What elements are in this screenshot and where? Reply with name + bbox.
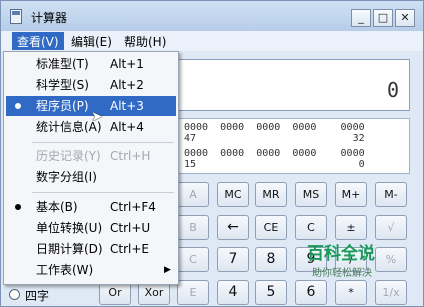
minimize-button[interactable]: _ xyxy=(351,9,371,27)
menu-item-label: 标准型(T) xyxy=(36,57,89,71)
menu-item-basic[interactable]: 基本(B) Ctrl+F4 xyxy=(6,197,176,217)
key-sqrt[interactable]: √ xyxy=(375,215,407,240)
mouse-cursor-icon: ➤ xyxy=(91,109,103,125)
key-c[interactable]: C xyxy=(295,215,327,240)
menu-item-scientific[interactable]: 科学型(S) Alt+2 xyxy=(6,75,176,95)
calculator-icon xyxy=(10,9,22,24)
title-bar: 计算器 _ □ ✕ xyxy=(1,1,423,31)
binary-row: 0000 0000 0000 0000 0000 xyxy=(184,122,365,133)
menu-item-shortcut: Ctrl+H xyxy=(110,149,151,163)
key-7[interactable]: 7 xyxy=(217,247,249,272)
key-m-minus[interactable]: M- xyxy=(375,182,407,207)
key-plus-minus[interactable]: ± xyxy=(335,215,367,240)
menu-item-label: 基本(B) xyxy=(36,200,78,214)
key-backspace[interactable]: ← xyxy=(217,215,249,240)
menu-item-history[interactable]: 历史记录(Y) Ctrl+H xyxy=(6,146,176,166)
key-m-plus[interactable]: M+ xyxy=(335,182,367,207)
menu-item-shortcut: Alt+2 xyxy=(110,78,144,92)
menu-item-label: 数字分组(I) xyxy=(36,170,97,184)
key-hex-c[interactable]: C xyxy=(177,247,209,272)
key-ms[interactable]: MS xyxy=(295,182,327,207)
word-size-radio[interactable]: 四字 xyxy=(7,285,107,307)
window-title: 计算器 xyxy=(31,11,68,25)
view-menu-dropdown: 标准型(T) Alt+1 科学型(S) Alt+2 程序员(P) Alt+3 统… xyxy=(3,51,179,285)
radio-icon xyxy=(9,289,20,300)
key-multiply[interactable]: * xyxy=(335,280,367,305)
menu-item-shortcut: Alt+4 xyxy=(110,120,144,134)
key-a[interactable]: A xyxy=(177,182,209,207)
menu-item-label: 工作表(W) xyxy=(36,263,94,277)
watermark-subtitle: 助你轻松解决 xyxy=(312,268,372,279)
menu-item-shortcut: Alt+3 xyxy=(110,99,144,113)
menu-item-shortcut: Alt+1 xyxy=(110,57,144,71)
key-4[interactable]: 4 xyxy=(217,280,249,305)
key-mc[interactable]: MC xyxy=(217,182,249,207)
menu-item-label: 历史记录(Y) xyxy=(36,149,101,163)
key-mr[interactable]: MR xyxy=(255,182,287,207)
menu-item-worksheets[interactable]: 工作表(W) ▶ xyxy=(6,260,176,280)
key-8[interactable]: 8 xyxy=(255,247,287,272)
key-reciprocal[interactable]: 1/x xyxy=(375,280,407,305)
binary-bit-index: 47 32 xyxy=(184,133,365,144)
menu-item-shortcut: Ctrl+F4 xyxy=(110,200,156,214)
result-display: 0 xyxy=(177,59,410,111)
menu-item-label: 日期计算(D) xyxy=(36,242,103,256)
watermark: 百科全说 助你轻松解决 xyxy=(305,239,424,283)
key-6[interactable]: 6 xyxy=(295,280,327,305)
menu-item-unit-conversion[interactable]: 单位转换(U) Ctrl+U xyxy=(6,218,176,238)
menu-item-digit-grouping[interactable]: 数字分组(I) xyxy=(6,167,176,187)
close-button[interactable]: ✕ xyxy=(395,9,415,27)
menu-item-date-calculation[interactable]: 日期计算(D) Ctrl+E xyxy=(6,239,176,259)
radio-label: 四字 xyxy=(25,289,50,303)
menu-item-standard[interactable]: 标准型(T) Alt+1 xyxy=(6,54,176,74)
submenu-arrow-icon: ▶ xyxy=(164,265,171,275)
menu-separator xyxy=(32,142,174,143)
menu-item-label: 科学型(S) xyxy=(36,78,89,92)
watermark-title: 百科全说 xyxy=(307,244,375,264)
key-b[interactable]: B xyxy=(177,215,209,240)
selected-bullet-icon xyxy=(15,103,21,109)
menu-item-label: 程序员(P) xyxy=(36,99,89,113)
menu-edit[interactable]: 编辑(E) xyxy=(66,32,117,50)
key-e[interactable]: E xyxy=(177,280,209,305)
menu-item-shortcut: Ctrl+E xyxy=(110,242,149,256)
menu-help[interactable]: 帮助(H) xyxy=(119,32,171,50)
maximize-button[interactable]: □ xyxy=(373,9,393,27)
display-value: 0 xyxy=(386,78,399,102)
menu-separator xyxy=(32,192,174,193)
key-5[interactable]: 5 xyxy=(255,280,287,305)
binary-row: 0000 0000 0000 0000 0000 xyxy=(184,148,365,159)
binary-panel: 0000 0000 0000 0000 0000 47 32 0000 0000… xyxy=(177,118,410,174)
menu-view[interactable]: 查看(V) xyxy=(12,32,64,50)
selected-bullet-icon xyxy=(15,204,21,210)
menu-item-label: 单位转换(U) xyxy=(36,221,103,235)
key-ce[interactable]: CE xyxy=(255,215,287,240)
calculator-window: 计算器 _ □ ✕ 查看(V) 编辑(E) 帮助(H) 0 0000 0000 … xyxy=(0,0,424,307)
menu-bar: 查看(V) 编辑(E) 帮助(H) xyxy=(1,31,423,51)
menu-item-shortcut: Ctrl+U xyxy=(110,221,151,235)
binary-bit-index: 15 0 xyxy=(184,159,365,170)
